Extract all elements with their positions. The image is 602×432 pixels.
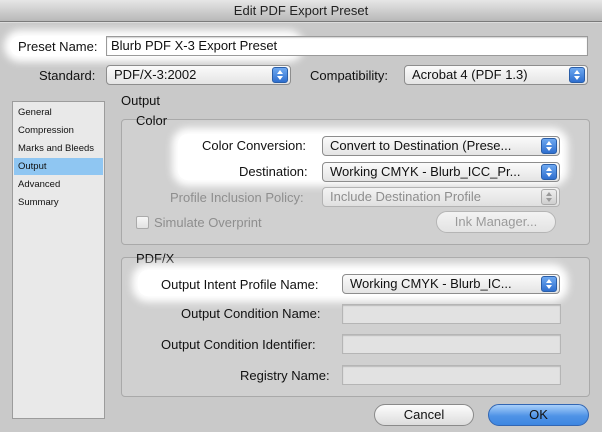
ok-button[interactable]: OK — [488, 404, 589, 426]
sidebar-item-compression[interactable]: Compression — [14, 122, 103, 139]
registry-name-label: Registry Name: — [240, 368, 330, 383]
select-stepper-icon — [272, 67, 288, 83]
ink-manager-button[interactable]: Ink Manager... — [436, 211, 556, 233]
sidebar-item-marks-and-bleeds[interactable]: Marks and Bleeds — [14, 140, 103, 157]
destination-label: Destination: — [239, 164, 308, 179]
color-conversion-label: Color Conversion: — [202, 138, 307, 153]
select-stepper-icon — [541, 189, 557, 205]
profile-inclusion-select[interactable]: Include Destination Profile — [322, 187, 560, 207]
registry-name-input[interactable] — [342, 365, 561, 385]
cancel-button[interactable]: Cancel — [374, 404, 474, 426]
profile-inclusion-value: Include Destination Profile — [330, 189, 482, 204]
preset-name-label: Preset Name: — [18, 39, 98, 54]
standard-select[interactable]: PDF/X-3:2002 — [106, 65, 291, 85]
select-stepper-icon — [569, 67, 585, 83]
dialog-window: Edit PDF Export Preset Preset Name: Blur… — [0, 0, 602, 432]
select-stepper-icon — [541, 164, 557, 180]
output-intent-select[interactable]: Working CMYK - Blurb_IC... — [342, 274, 560, 294]
simulate-overprint-label: Simulate Overprint — [154, 215, 262, 230]
output-condition-name-input[interactable] — [342, 304, 561, 324]
select-stepper-icon — [541, 276, 557, 292]
output-intent-value: Working CMYK - Blurb_IC... — [350, 276, 512, 291]
output-intent-label: Output Intent Profile Name: — [161, 277, 319, 292]
pdfx-group-title: PDF/X — [136, 251, 175, 266]
sidebar-item-summary[interactable]: Summary — [14, 194, 103, 211]
output-condition-id-input[interactable] — [342, 334, 561, 354]
sidebar-item-general[interactable]: General — [14, 104, 103, 121]
simulate-overprint-checkbox[interactable] — [136, 216, 149, 229]
window-title: Edit PDF Export Preset — [0, 0, 602, 22]
output-condition-name-label: Output Condition Name: — [181, 306, 321, 321]
destination-select[interactable]: Working CMYK - Blurb_ICC_Pr... — [322, 162, 560, 182]
sidebar-item-advanced[interactable]: Advanced — [14, 176, 103, 193]
color-conversion-value: Convert to Destination (Prese... — [330, 138, 512, 153]
select-stepper-icon — [541, 138, 557, 154]
standard-label: Standard: — [39, 68, 96, 83]
standard-value: PDF/X-3:2002 — [114, 67, 197, 82]
color-conversion-select[interactable]: Convert to Destination (Prese... — [322, 136, 560, 156]
color-group-title: Color — [136, 113, 168, 128]
section-title: Output — [121, 93, 161, 108]
sidebar-item-output[interactable]: Output — [14, 158, 103, 175]
output-condition-id-label: Output Condition Identifier: — [161, 337, 316, 352]
compatibility-select[interactable]: Acrobat 4 (PDF 1.3) — [404, 65, 588, 85]
sidebar: General Compression Marks and Bleeds Out… — [12, 101, 105, 419]
compatibility-value: Acrobat 4 (PDF 1.3) — [412, 67, 528, 82]
destination-value: Working CMYK - Blurb_ICC_Pr... — [330, 164, 521, 179]
profile-inclusion-label: Profile Inclusion Policy: — [170, 190, 304, 205]
compatibility-label: Compatibility: — [310, 68, 389, 83]
preset-name-input[interactable]: Blurb PDF X-3 Export Preset — [106, 36, 588, 56]
